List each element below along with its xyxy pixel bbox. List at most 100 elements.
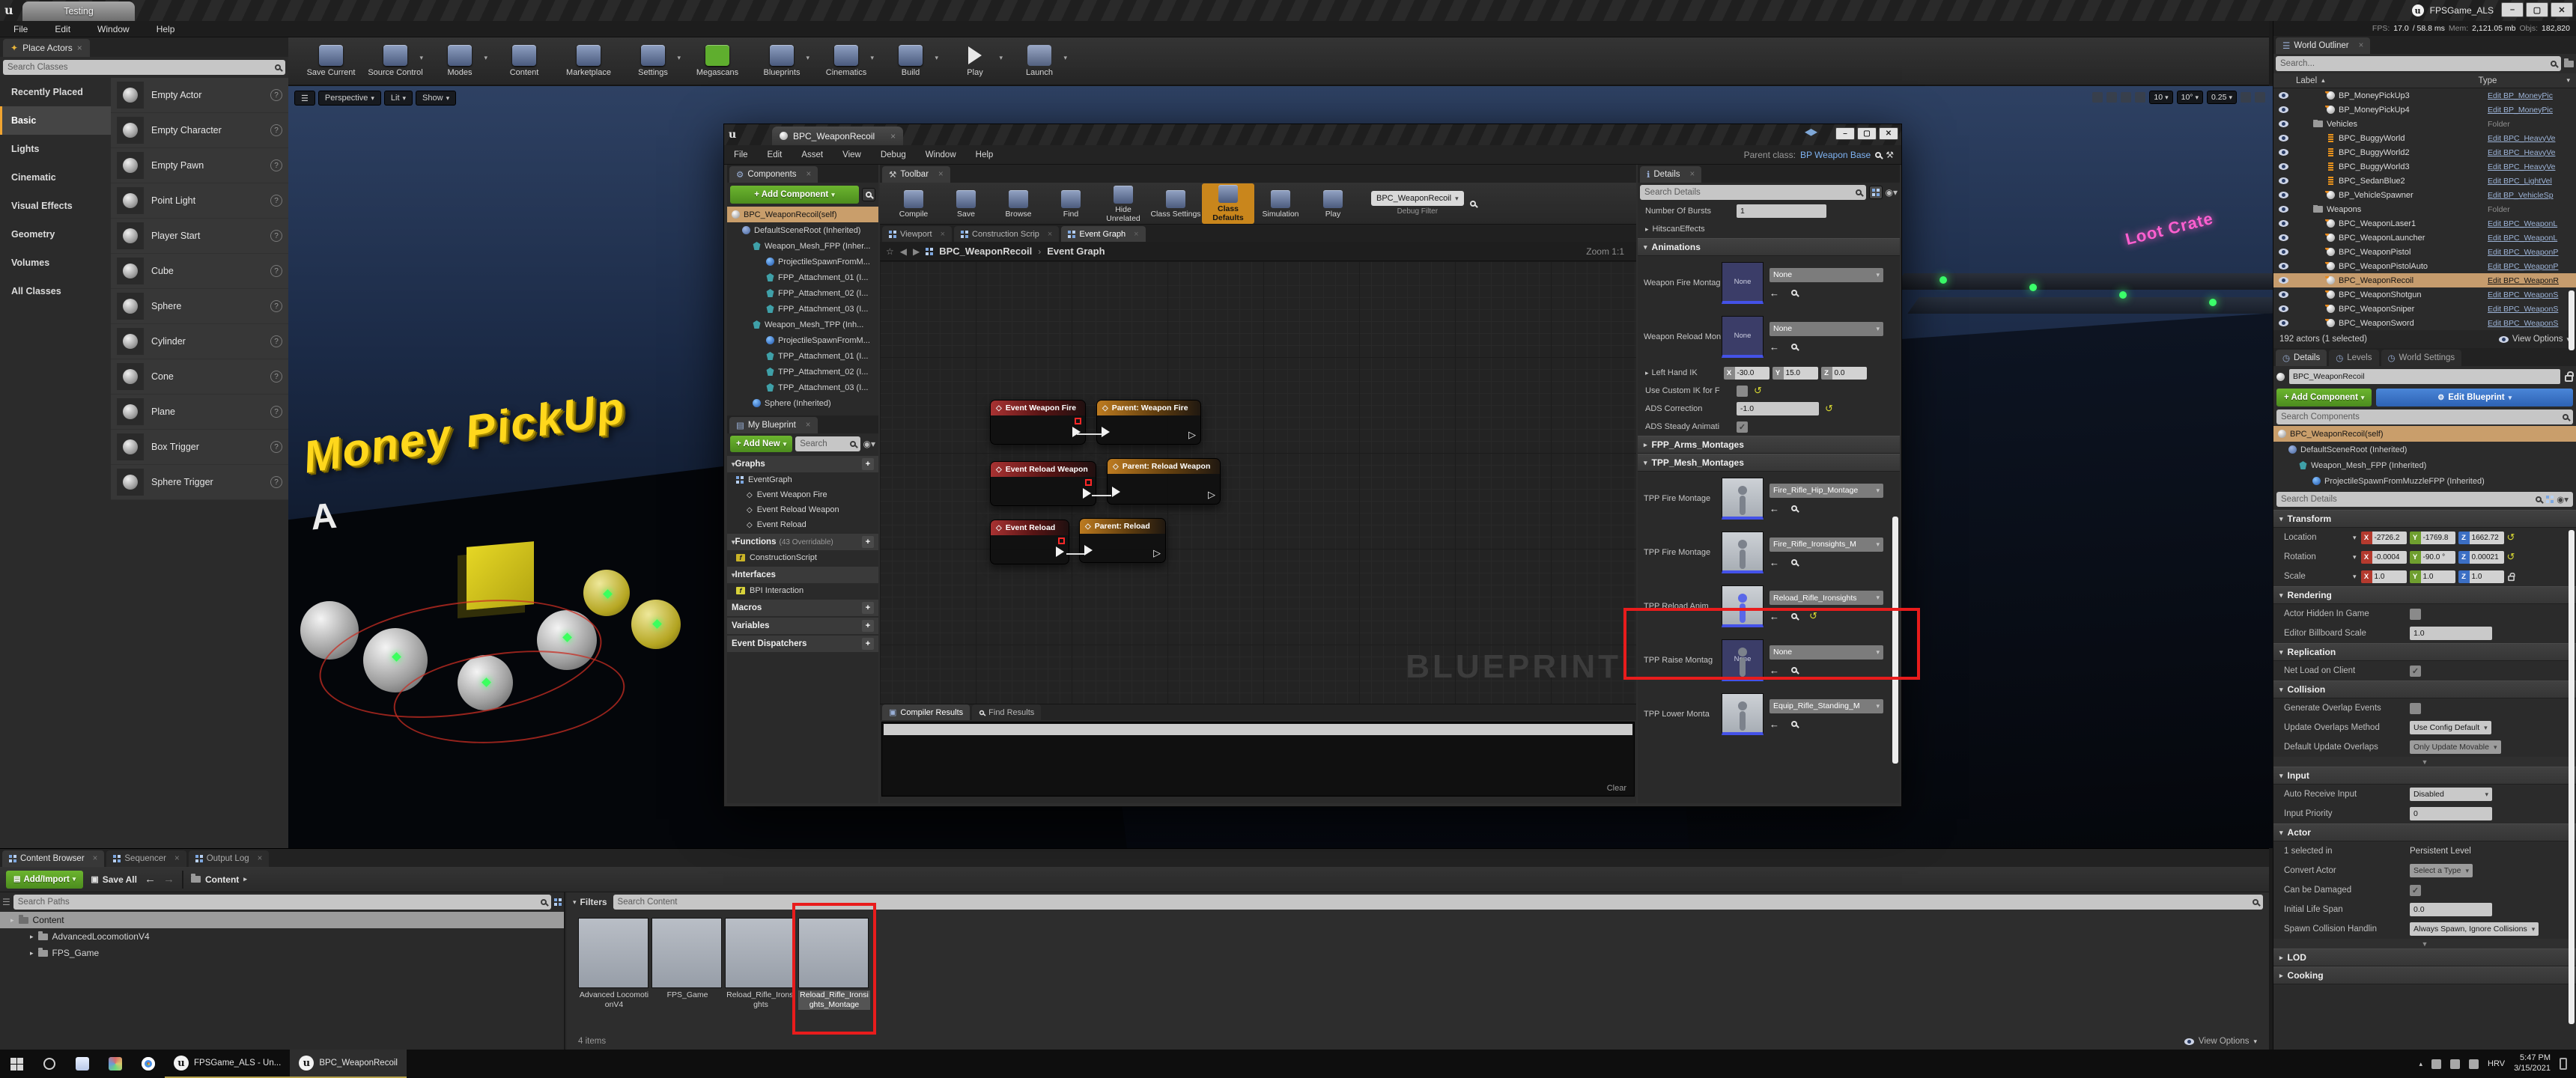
toolbar-button[interactable]: Cinematics ▾ <box>814 45 878 77</box>
place-actor-item[interactable]: Sphere ? <box>111 289 288 324</box>
functions-section-header[interactable]: ▾Functions(43 Overridable)+ <box>727 534 878 550</box>
menu-item[interactable]: Window <box>916 150 966 159</box>
asset-tile[interactable]: Reload_Rifle_Ironsights_Montage <box>798 918 870 1010</box>
montage-dropdown[interactable]: None▾ <box>1770 645 1883 660</box>
browse-to-asset-icon[interactable] <box>1791 559 1797 565</box>
visibility-eye-icon[interactable] <box>2279 149 2288 156</box>
reset-to-default-icon[interactable]: ↺ <box>2507 532 2515 543</box>
use-selected-icon[interactable]: ← <box>1770 503 1779 514</box>
tray-expand-icon[interactable]: ▴ <box>2419 1060 2423 1068</box>
exec-out-pin[interactable] <box>1072 427 1081 437</box>
browse-to-asset-icon[interactable] <box>1791 290 1797 296</box>
menu-item[interactable]: Window <box>84 24 143 34</box>
expand-section-icon[interactable]: ▼ <box>2273 939 2576 948</box>
montage-dropdown[interactable]: Fire_Rifle_Ironsights_M▾ <box>1770 538 1883 552</box>
outliner-row[interactable]: Vehicles Folder <box>2273 117 2576 131</box>
viewport-lit-button[interactable]: Lit ▾ <box>384 91 413 106</box>
dispatchers-section-header[interactable]: Event Dispatchers+ <box>727 636 878 652</box>
edit-asset-link[interactable]: Edit BPC_WeaponS <box>2488 319 2576 328</box>
outliner-row[interactable]: BPC_WeaponSniper Edit BPC_WeaponS <box>2273 302 2576 316</box>
billboard-scale-input[interactable]: 1.0 <box>2410 627 2492 640</box>
close-icon[interactable]: × <box>938 170 944 179</box>
input-category[interactable]: ▾Input <box>2273 767 2576 785</box>
location-y-input[interactable]: -1769.8 <box>2421 532 2455 544</box>
viewport-perspective-button[interactable]: Perspective ▾ <box>318 91 381 106</box>
use-selected-icon[interactable]: ← <box>1770 665 1779 676</box>
eye-filter-icon[interactable]: ◉▾ <box>863 439 876 449</box>
outliner-row[interactable]: BPC_WeaponLauncher Edit BPC_WeaponL <box>2273 231 2576 245</box>
event-graph-canvas[interactable]: ◇Event Weapon Fire ◇Parent: Weapon Fire … <box>880 261 1636 704</box>
wrench-icon[interactable]: ⚒ <box>1886 150 1894 160</box>
outliner-row[interactable]: BPC_WeaponPistol Edit BPC_WeaponP <box>2273 245 2576 259</box>
help-icon[interactable]: ? <box>270 476 282 488</box>
reset-to-default-icon[interactable]: ↺ <box>1754 385 1762 397</box>
toolbar-button[interactable]: Marketplace <box>556 45 621 77</box>
eye-filter-icon[interactable]: ◉▾ <box>1886 187 1898 198</box>
tab-find-results[interactable]: Find Results <box>972 704 1041 720</box>
graphs-section-header[interactable]: ▾Graphs+ <box>727 456 878 472</box>
close-icon[interactable]: × <box>258 854 263 863</box>
graph-tab[interactable]: Construction Scrip× <box>954 226 1059 242</box>
component-tree-row[interactable]: Sphere (Inherited) <box>727 395 878 411</box>
montage-thumbnail[interactable] <box>1722 532 1764 573</box>
menu-item[interactable]: Debug <box>871 150 916 159</box>
search-classes-input[interactable]: Search Classes <box>3 60 285 75</box>
montage-thumbnail[interactable]: None <box>1722 639 1764 681</box>
ads-correction-input[interactable]: -1.0 <box>1737 402 1819 415</box>
blueprint-toolbar-button[interactable]: Class Defaults <box>1202 183 1254 224</box>
hidden-in-game-checkbox[interactable] <box>2410 609 2421 620</box>
parent-call-node[interactable]: ◇Parent: Reload Weapon ▷ <box>1107 458 1221 505</box>
edit-asset-link[interactable]: Edit BPC_WeaponS <box>2488 305 2576 314</box>
taskbar-app-button[interactable]: u BPC_WeaponRecoil <box>290 1050 407 1078</box>
help-icon[interactable]: ? <box>270 406 282 418</box>
event-item[interactable]: ◇Event Reload Weapon <box>727 502 878 517</box>
rendering-category[interactable]: ▾Rendering <box>2273 586 2576 604</box>
notification-center-icon[interactable] <box>2560 1058 2567 1070</box>
cooking-category[interactable]: ▸Cooking <box>2273 966 2576 984</box>
help-icon[interactable]: ? <box>270 371 282 383</box>
parent-call-node[interactable]: ◇Parent: Reload ▷ <box>1079 518 1166 563</box>
add-graph-icon[interactable]: + <box>862 458 874 470</box>
toolbar-button[interactable]: Launch ▾ <box>1007 45 1072 77</box>
search-paths-input[interactable]: Search Paths <box>13 895 551 910</box>
add-dispatcher-icon[interactable]: + <box>862 638 874 650</box>
component-tree-row[interactable]: Weapon_Mesh_FPP (Inherited) <box>2273 457 2576 473</box>
maximize-viewport-icon[interactable] <box>2255 92 2265 103</box>
search-icon[interactable] <box>1875 152 1881 158</box>
browse-to-asset-icon[interactable] <box>1791 667 1797 673</box>
edit-blueprint-button[interactable]: ⚙Edit Blueprint▾ <box>2376 389 2573 406</box>
browse-to-asset-icon[interactable] <box>1791 721 1797 727</box>
event-item[interactable]: ◇Event Reload <box>727 517 878 532</box>
close-icon[interactable]: ✕ <box>1879 127 1898 140</box>
visibility-eye-icon[interactable] <box>2279 92 2288 99</box>
edit-asset-link[interactable]: Edit BP_MoneyPic <box>2488 106 2576 115</box>
close-icon[interactable]: × <box>941 230 945 239</box>
component-tree-row[interactable]: ProjectileSpawnFromM... <box>727 332 878 348</box>
edit-asset-link[interactable]: Edit BPC_HeavyVe <box>2488 134 2576 143</box>
place-actor-item[interactable]: Cone ? <box>111 359 288 395</box>
tutorial-cap-icon[interactable] <box>1805 129 1817 138</box>
taskbar-clock[interactable]: 5:47 PM 3/15/2021 <box>2514 1053 2551 1074</box>
place-actor-item[interactable]: Cylinder ? <box>111 324 288 359</box>
property-row-hitscan[interactable]: ▸HitscanEffects <box>1638 220 1900 238</box>
exec-in-pin[interactable] <box>1084 545 1093 555</box>
tab-components[interactable]: ⚙Components× <box>729 166 818 183</box>
bursts-input[interactable]: 1 <box>1737 204 1826 218</box>
component-tree-row[interactable]: ProjectileSpawnFromM... <box>727 254 878 270</box>
convert-actor-dropdown[interactable]: Select a Type▾ <box>2410 864 2473 877</box>
tab-toolbar[interactable]: ⚒Toolbar× <box>882 166 950 183</box>
overlaps-method-dropdown[interactable]: Use Config Default▾ <box>2410 721 2491 734</box>
outliner-row[interactable]: BPC_WeaponSword Edit BPC_WeaponS <box>2273 316 2576 330</box>
exec-in-pin[interactable] <box>1102 427 1110 437</box>
help-icon[interactable]: ? <box>270 89 282 101</box>
outliner-row[interactable]: BPC_WeaponLaser1 Edit BPC_WeaponL <box>2273 216 2576 231</box>
default-overlaps-dropdown[interactable]: Only Update Movable▾ <box>2410 740 2501 754</box>
start-button[interactable] <box>0 1050 33 1078</box>
visibility-eye-icon[interactable] <box>2279 192 2288 198</box>
exec-out-pin[interactable]: ▷ <box>1208 490 1215 499</box>
tab-compiler-results[interactable]: ▣Compiler Results <box>882 704 970 720</box>
montage-thumbnail[interactable] <box>1722 585 1764 627</box>
close-icon[interactable]: ✕ <box>2551 2 2573 17</box>
component-tree-row[interactable]: BPC_WeaponRecoil(self) <box>727 207 878 222</box>
toolbar-button[interactable]: Blueprints ▾ <box>750 45 814 77</box>
